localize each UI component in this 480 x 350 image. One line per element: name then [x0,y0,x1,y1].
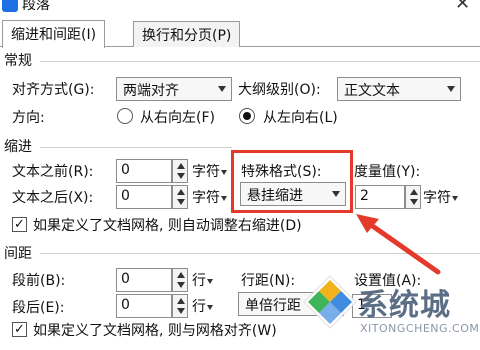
tab-indent-spacing[interactable]: 缩进和间距(I) [2,20,106,48]
watermark-logo-icon [303,275,357,329]
watermark-subtext: XITONGCHENG.COM [360,322,480,335]
watermark-text: 系统城 [358,288,451,323]
